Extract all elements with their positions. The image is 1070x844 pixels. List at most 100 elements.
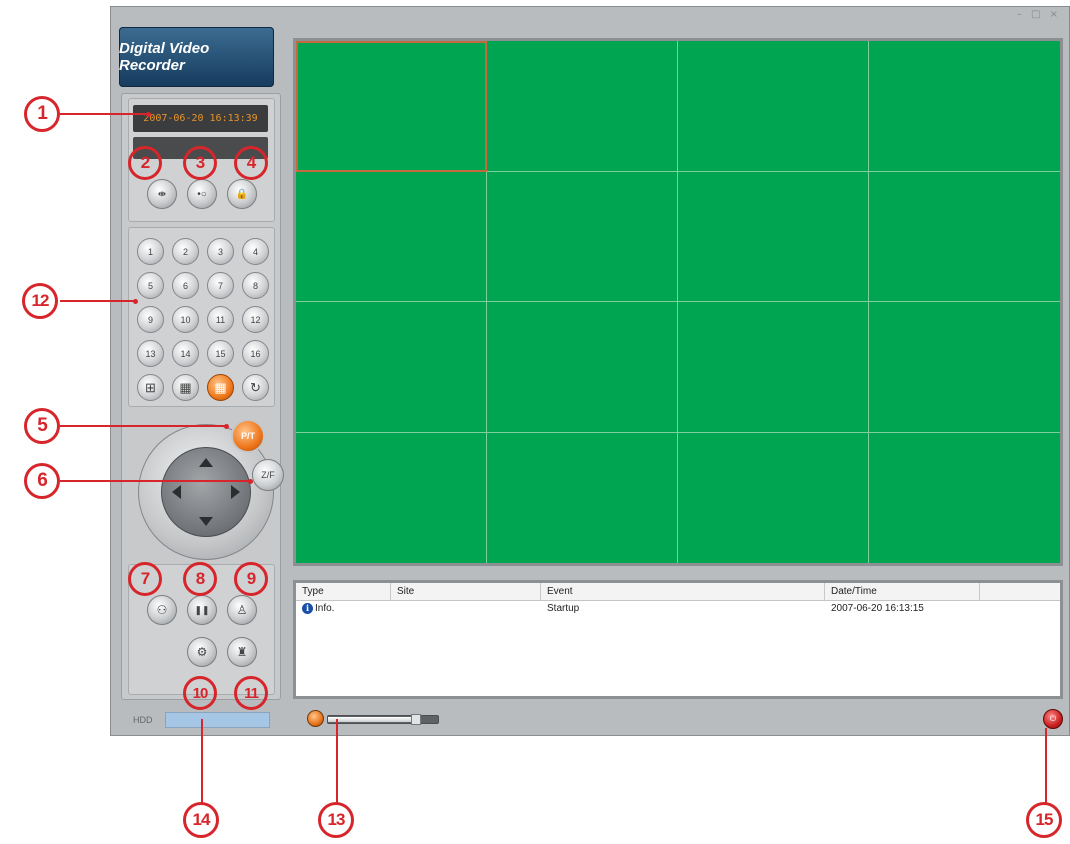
video-cell-5[interactable] <box>296 171 487 302</box>
callout-15: 15 <box>1026 802 1062 838</box>
callout-13: 13 <box>318 802 354 838</box>
column-header-datetime[interactable]: Date/Time <box>825 583 980 600</box>
callout-5: 5 <box>24 408 60 444</box>
callout-line-12 <box>60 300 135 302</box>
cell-datetime: 2007-06-20 16:13:15 <box>831 603 924 614</box>
video-cell-6[interactable] <box>487 171 678 302</box>
channel-button-11[interactable]: 11 <box>207 306 234 333</box>
nine-view-icon: ▦ <box>179 379 192 395</box>
channel-button-3[interactable]: 3 <box>207 238 234 265</box>
column-header-event[interactable]: Event <box>541 583 825 600</box>
quad-view-button[interactable]: ⊞ <box>137 374 164 401</box>
channel-button-13[interactable]: 13 <box>137 340 164 367</box>
callout-dot-12 <box>133 299 138 304</box>
column-header-site[interactable]: Site <box>391 583 541 600</box>
ptz-left-icon[interactable] <box>172 485 181 499</box>
callout-6: 6 <box>24 463 60 499</box>
ptz-down-icon[interactable] <box>199 517 213 526</box>
dvr-window: – □ × Digital Video Recorder 2007-06-20 … <box>110 6 1070 736</box>
ptz-up-icon[interactable] <box>199 458 213 467</box>
callout-11: 11 <box>234 676 268 710</box>
callout-dot-6 <box>248 479 253 484</box>
event-log-header: Type Site Event Date/Time <box>296 583 1060 601</box>
playback-button[interactable]: ⚇ <box>147 595 177 625</box>
sequence-button[interactable]: ↻ <box>242 374 269 401</box>
channel-button-8[interactable]: 8 <box>242 272 269 299</box>
video-cell-10[interactable] <box>487 302 678 433</box>
video-cell-8[interactable] <box>869 172 1060 302</box>
event-log-table: Type Site Event Date/Time i Info. Startup… <box>293 580 1063 699</box>
network-button[interactable]: ⇼ <box>147 179 177 209</box>
sixteen-view-button[interactable]: ▦ <box>207 374 234 401</box>
channel-button-16[interactable]: 16 <box>242 340 269 367</box>
channel-button-5[interactable]: 5 <box>137 272 164 299</box>
pause-button[interactable]: ❚❚ <box>187 595 217 625</box>
settings-icon: ⚙ <box>196 645 208 659</box>
column-header-type[interactable]: Type <box>296 583 391 600</box>
user-button[interactable]: ♙ <box>227 595 257 625</box>
user-icon: ♙ <box>236 603 248 617</box>
callout-line-14 <box>201 719 203 803</box>
video-cell-11[interactable] <box>678 302 869 433</box>
control-panel: 2007-06-20 16:13:39 ⇼ •○ 🔒 1 2 3 4 5 6 7… <box>121 93 284 700</box>
video-cell-9[interactable] <box>296 302 487 433</box>
clock-display: 2007-06-20 16:13:39 <box>133 105 268 132</box>
volume-slider[interactable] <box>327 714 439 725</box>
network-icon: ⇼ <box>157 188 167 200</box>
video-cell-13[interactable] <box>296 432 487 563</box>
table-row[interactable]: i Info. Startup 2007-06-20 16:13:15 <box>296 601 1060 617</box>
callout-10: 10 <box>183 676 217 710</box>
pan-tilt-button[interactable]: P/T <box>231 419 265 453</box>
log-button[interactable]: ♜ <box>227 637 257 667</box>
callout-14: 14 <box>183 802 219 838</box>
settings-button[interactable]: ⚙ <box>187 637 217 667</box>
record-icon: •○ <box>197 188 207 200</box>
video-cell-1[interactable] <box>296 41 487 172</box>
channel-button-10[interactable]: 10 <box>172 306 199 333</box>
video-cell-12[interactable] <box>869 302 1060 433</box>
video-cell-7[interactable] <box>678 171 869 302</box>
zoom-focus-button[interactable]: Z/F <box>252 459 284 491</box>
ptz-direction-pad[interactable] <box>161 447 251 537</box>
channel-button-4[interactable]: 4 <box>242 238 269 265</box>
cell-site <box>391 601 541 617</box>
callout-1: 1 <box>24 96 60 132</box>
channel-button-9[interactable]: 9 <box>137 306 164 333</box>
video-cell-14[interactable] <box>487 432 678 563</box>
app-title: Digital Video Recorder <box>119 27 274 87</box>
callout-line-5 <box>60 425 226 427</box>
callout-8: 8 <box>183 562 217 596</box>
exit-button[interactable]: ⏻ <box>1043 709 1063 729</box>
callout-12: 12 <box>22 283 58 319</box>
callout-3: 3 <box>183 146 217 180</box>
ptz-right-icon[interactable] <box>231 485 240 499</box>
volume-knob[interactable] <box>411 714 421 725</box>
pause-icon: ❚❚ <box>194 604 210 615</box>
channel-button-7[interactable]: 7 <box>207 272 234 299</box>
nine-view-button[interactable]: ▦ <box>172 374 199 401</box>
channel-button-6[interactable]: 6 <box>172 272 199 299</box>
window-controls[interactable]: – □ × <box>1017 9 1061 20</box>
channel-button-1[interactable]: 1 <box>137 238 164 265</box>
callout-4: 4 <box>234 146 268 180</box>
lock-button[interactable]: 🔒 <box>227 179 257 209</box>
video-cell-15[interactable] <box>678 432 869 563</box>
channel-button-14[interactable]: 14 <box>172 340 199 367</box>
hdd-label: HDD <box>133 715 153 725</box>
video-cell-16[interactable] <box>869 433 1060 564</box>
video-cell-2[interactable] <box>487 41 678 172</box>
channel-button-2[interactable]: 2 <box>172 238 199 265</box>
log-icon: ♜ <box>236 645 248 659</box>
info-icon: i <box>302 602 313 614</box>
callout-line-1 <box>60 113 148 115</box>
channel-section: 1 2 3 4 5 6 7 8 9 10 11 12 13 14 15 16 ⊞… <box>128 227 275 407</box>
video-cell-3[interactable] <box>678 41 869 172</box>
callout-dot-5 <box>224 424 229 429</box>
volume-fill <box>328 717 416 722</box>
sequence-icon: ↻ <box>250 379 261 395</box>
channel-button-15[interactable]: 15 <box>207 340 234 367</box>
channel-button-12[interactable]: 12 <box>242 306 269 333</box>
video-cell-4[interactable] <box>869 41 1060 172</box>
record-button[interactable]: •○ <box>187 179 217 209</box>
volume-icon[interactable] <box>307 710 324 727</box>
